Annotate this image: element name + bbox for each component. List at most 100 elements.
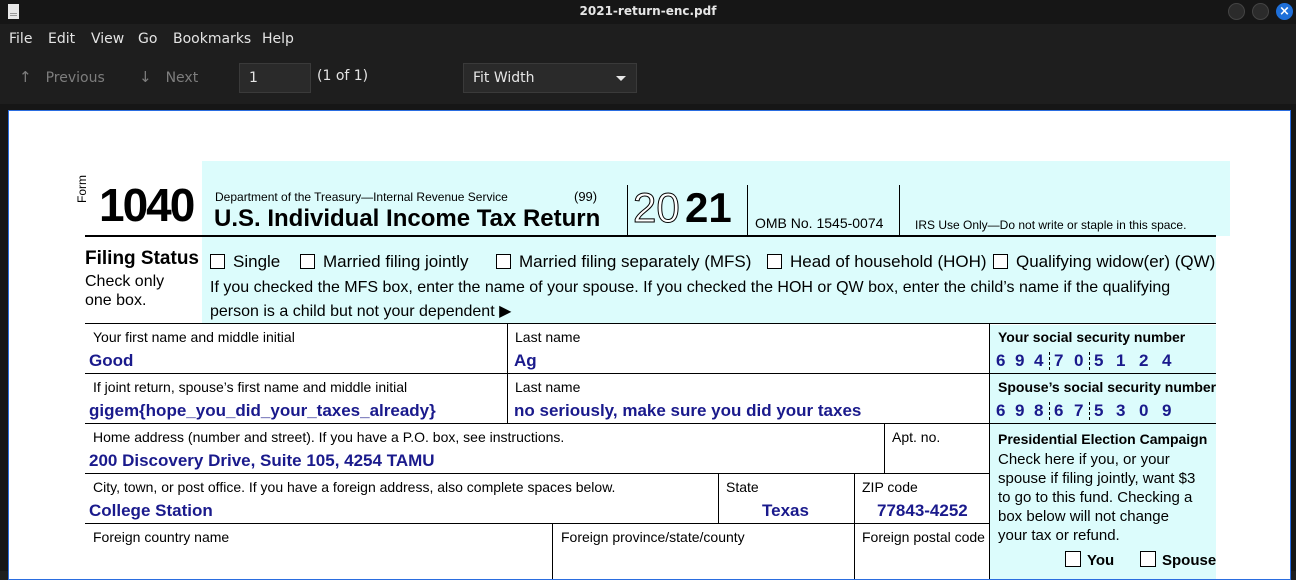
- filing-status-title: Filing Status: [85, 248, 199, 269]
- ssn-digit: 7: [1074, 401, 1084, 420]
- filing-status-sub2: one box.: [85, 292, 147, 309]
- ssn-digit: 0: [1139, 401, 1149, 420]
- divider: [884, 423, 885, 473]
- qw-label: Qualifying widow(er) (QW): [1016, 252, 1216, 271]
- menu-view[interactable]: View: [91, 31, 124, 47]
- address-label: Home address (number and street). If you…: [93, 429, 565, 445]
- rule: [85, 323, 1216, 324]
- checkbox-icon[interactable]: [300, 254, 315, 269]
- pdf-page: Form 1040 Department of the Treasury—Int…: [8, 110, 1291, 580]
- state-field[interactable]: Texas: [762, 501, 809, 521]
- next-button[interactable]: ↓ Next: [139, 68, 198, 86]
- city-field[interactable]: College Station: [89, 501, 213, 521]
- previous-button[interactable]: ↑ Previous: [19, 68, 105, 86]
- pec-you-checkbox[interactable]: [1065, 551, 1081, 567]
- mfs-note-text: person is a child but not your dependent: [210, 303, 495, 320]
- checkbox-icon[interactable]: [767, 254, 782, 269]
- close-button[interactable]: ×: [1276, 3, 1293, 20]
- mfs-note-line2: person is a child but not your dependent…: [210, 301, 511, 321]
- ssn-digit: 5: [1094, 401, 1104, 420]
- menu-bar: File Edit View Go Bookmarks Help: [0, 24, 1296, 56]
- ssn-field[interactable]: 6 9 4 7 0 5 1 2 4: [995, 351, 1215, 371]
- page-number-input[interactable]: 1: [239, 63, 311, 93]
- ssn-digit: 1: [1116, 351, 1126, 370]
- divider: [627, 185, 628, 235]
- divider: [989, 323, 990, 579]
- ssn-digit: 3: [1116, 401, 1126, 420]
- foreign-province-label: Foreign province/state/county: [561, 529, 745, 545]
- arrow-right-icon: ▶: [499, 303, 512, 320]
- last-name-label: Last name: [515, 329, 581, 345]
- zip-label: ZIP code: [862, 479, 918, 495]
- checkbox-icon[interactable]: [496, 254, 511, 269]
- checkbox-married-jointly[interactable]: Married filing jointly: [300, 252, 469, 272]
- rule: [85, 373, 1216, 374]
- divider: [747, 185, 748, 235]
- close-icon: ×: [1279, 4, 1290, 19]
- last-name-field[interactable]: Ag: [514, 351, 537, 371]
- pec-title: Presidential Election Campaign: [998, 431, 1208, 447]
- ssn-digit: 6: [996, 351, 1006, 370]
- divider: [899, 185, 900, 235]
- ssn-label: Your social security number: [998, 329, 1186, 345]
- single-label: Single: [233, 252, 281, 271]
- ssn-digit: 2: [1139, 351, 1149, 370]
- ssn-digit: 8: [1034, 401, 1044, 420]
- zip-field[interactable]: 77843-4252: [877, 501, 968, 521]
- state-label: State: [726, 479, 759, 495]
- menu-bookmarks[interactable]: Bookmarks: [173, 31, 251, 47]
- spouse-last-name-label: Last name: [515, 379, 581, 395]
- ssn-digit: 9: [1162, 401, 1172, 420]
- form-number: 1040: [99, 179, 195, 231]
- irs-use-only: IRS Use Only—Do not write or staple in t…: [915, 218, 1187, 232]
- checkbox-qualifying-widow[interactable]: Qualifying widow(er) (QW): [993, 252, 1215, 272]
- checkbox-icon[interactable]: [993, 254, 1008, 269]
- ssn-digit: 9: [1015, 351, 1025, 370]
- form-title: U.S. Individual Income Tax Return: [214, 205, 601, 232]
- year-outline: 20: [633, 184, 681, 232]
- apt-label: Apt. no.: [892, 429, 941, 445]
- window-title: 2021-return-enc.pdf: [579, 4, 717, 18]
- spouse-first-name-field[interactable]: gigem{hope_you_did_your_taxes_already}: [89, 401, 436, 421]
- mfs-note-line1: If you checked the MFS box, enter the na…: [210, 279, 1171, 296]
- pec-spouse-checkbox[interactable]: [1140, 551, 1156, 567]
- foreign-postal-label: Foreign postal code: [862, 529, 985, 545]
- checkbox-icon[interactable]: [210, 254, 225, 269]
- zoom-value: Fit Width: [473, 70, 535, 86]
- divider: [718, 473, 719, 523]
- spouse-ssn-field[interactable]: 6 9 8 6 7 5 3 0 9: [995, 401, 1215, 421]
- page-count: (1 of 1): [317, 68, 369, 84]
- address-field[interactable]: 200 Discovery Drive, Suite 105, 4254 TAM…: [89, 451, 435, 471]
- ssn-digit: 6: [1054, 401, 1064, 420]
- zoom-select[interactable]: Fit Width: [463, 63, 637, 93]
- document-viewer[interactable]: Form 1040 Department of the Treasury—Int…: [0, 104, 1296, 580]
- divider: [552, 523, 553, 579]
- ssn-digit: 4: [1162, 351, 1172, 370]
- hoh-label: Head of household (HOH): [790, 252, 987, 271]
- ssn-separator: [1049, 352, 1050, 370]
- menu-edit[interactable]: Edit: [48, 31, 75, 47]
- previous-label: Previous: [45, 70, 105, 86]
- next-label: Next: [165, 70, 199, 86]
- ssn-digit: 5: [1094, 351, 1104, 370]
- spouse-last-name-field[interactable]: no seriously, make sure you did your tax…: [514, 401, 861, 421]
- spouse-first-name-label: If joint return, spouse’s first name and…: [93, 379, 408, 395]
- ssn-digit: 7: [1054, 351, 1064, 370]
- minimize-button[interactable]: [1228, 3, 1245, 20]
- foreign-country-label: Foreign country name: [93, 529, 230, 545]
- first-name-field[interactable]: Good: [89, 351, 133, 371]
- first-name-label: Your first name and middle initial: [93, 329, 295, 345]
- checkbox-head-of-household[interactable]: Head of household (HOH): [767, 252, 987, 272]
- arrow-up-icon: ↑: [19, 68, 32, 86]
- menu-go[interactable]: Go: [138, 31, 157, 47]
- menu-file[interactable]: File: [9, 31, 32, 47]
- menu-help[interactable]: Help: [262, 31, 294, 47]
- filing-status-sub1: Check only: [85, 273, 165, 290]
- pec-spouse-label: Spouse: [1162, 552, 1217, 569]
- maximize-button[interactable]: [1252, 3, 1269, 20]
- mfj-label: Married filing jointly: [323, 252, 469, 271]
- checkbox-single[interactable]: Single: [210, 252, 280, 272]
- checkbox-married-separately[interactable]: Married filing separately (MFS): [496, 252, 751, 272]
- ssn-separator: [1089, 402, 1090, 420]
- pec-line1: Check here if you, or your: [998, 451, 1170, 468]
